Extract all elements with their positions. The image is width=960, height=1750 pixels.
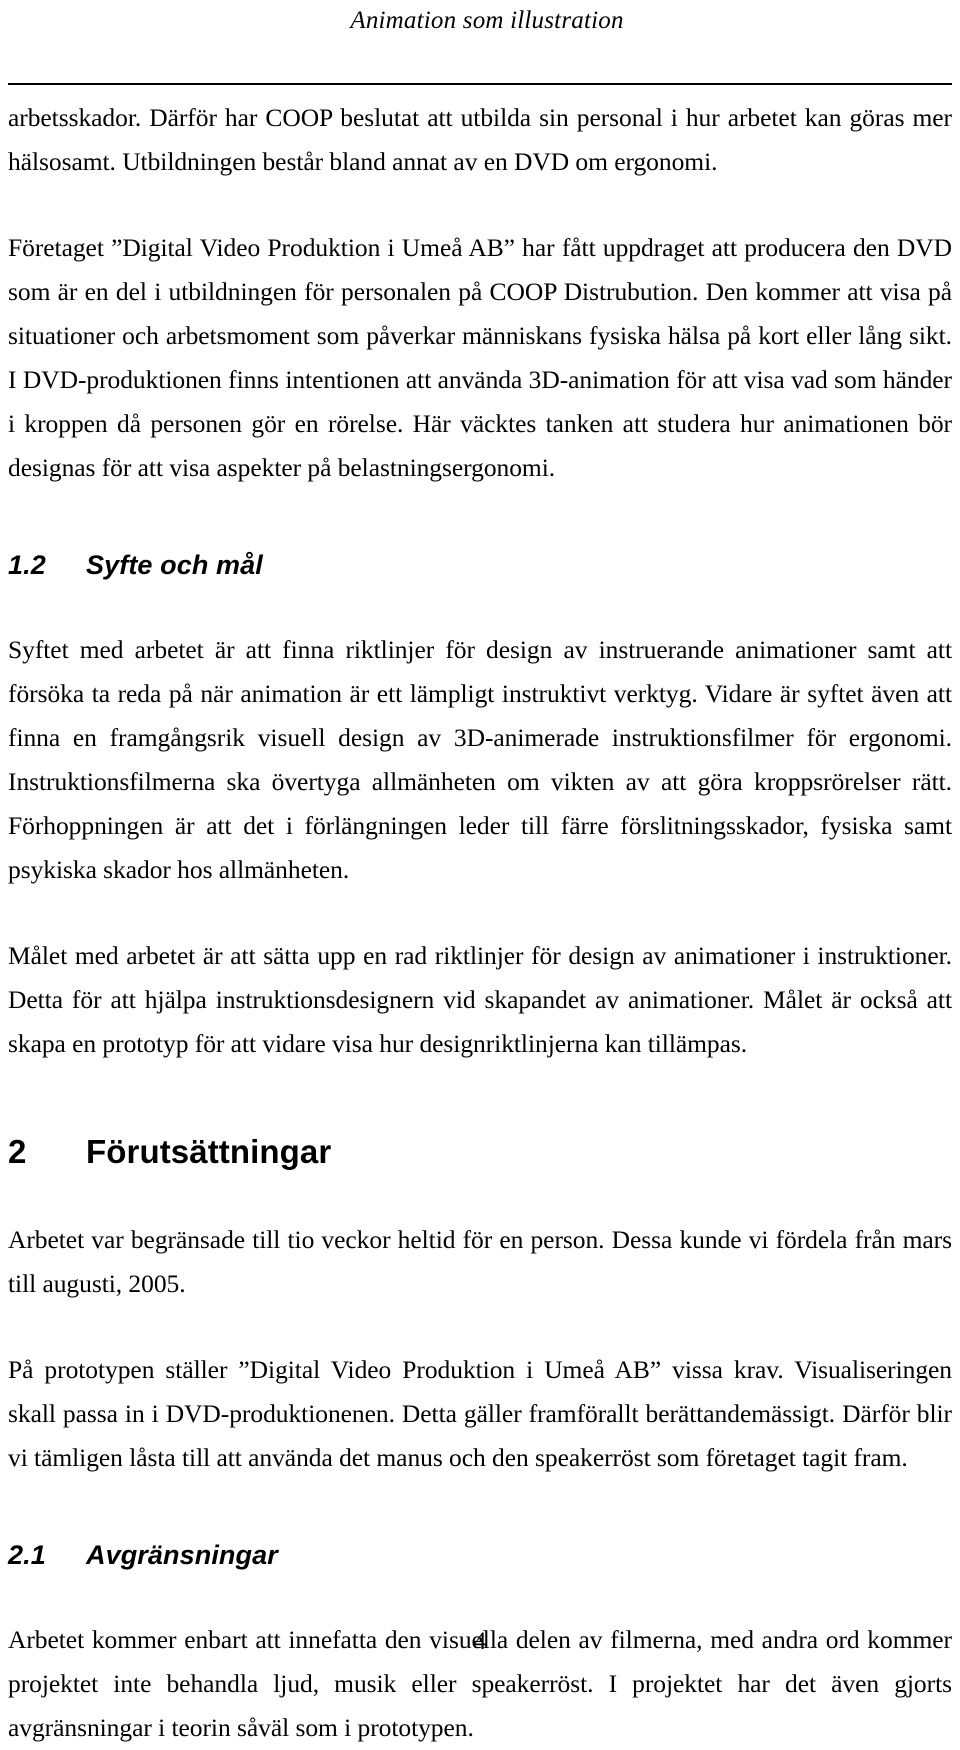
- heading-1-2: 1.2 Syfte och mål: [8, 548, 952, 582]
- heading-1-2-number: 1.2: [8, 550, 46, 580]
- paragraph-malet: Målet med arbetet är att sätta upp en ra…: [8, 941, 952, 1058]
- document-page: Animation som illustration arbetsskador.…: [0, 0, 960, 1742]
- paragraph-intro-continued: arbetsskador. Därför har COOP beslutat a…: [8, 103, 952, 176]
- paragraph-foretaget: Företaget ”Digital Video Produktion i Um…: [8, 233, 952, 482]
- paragraph-syfte: Syftet med arbetet är att finna riktlinj…: [8, 635, 952, 884]
- heading-2-title: Förutsättningar: [86, 1133, 332, 1170]
- heading-bottom-spacer: [8, 1172, 952, 1218]
- heading-2-number: 2: [8, 1133, 27, 1170]
- heading-bottom-spacer: [8, 582, 952, 628]
- heading-spacer: [8, 1066, 952, 1132]
- paragraph-arbetet-var: Arbetet var begränsade till tio veckor h…: [8, 1225, 952, 1298]
- heading-bottom-spacer: [8, 1572, 952, 1618]
- heading-2: 2 Förutsättningar: [8, 1132, 952, 1172]
- paragraph-prototypen: På prototypen ställer ”Digital Video Pro…: [8, 1355, 952, 1472]
- heading-spacer: [8, 490, 952, 548]
- heading-spacer: [8, 1480, 952, 1538]
- heading-2-1-number: 2.1: [8, 1540, 46, 1570]
- page-number: 4: [473, 1628, 487, 1655]
- heading-2-1-title: Avgränsningar: [86, 1540, 278, 1570]
- heading-2-1: 2.1 Avgränsningar: [8, 1538, 952, 1572]
- running-head-title: Animation som illustration: [350, 7, 624, 34]
- heading-1-2-title: Syfte och mål: [86, 550, 263, 580]
- header-divider: [8, 83, 952, 85]
- page-content: arbetsskador. Därför har COOP beslutat a…: [8, 96, 952, 1750]
- page-header: Animation som illustration: [0, 0, 960, 90]
